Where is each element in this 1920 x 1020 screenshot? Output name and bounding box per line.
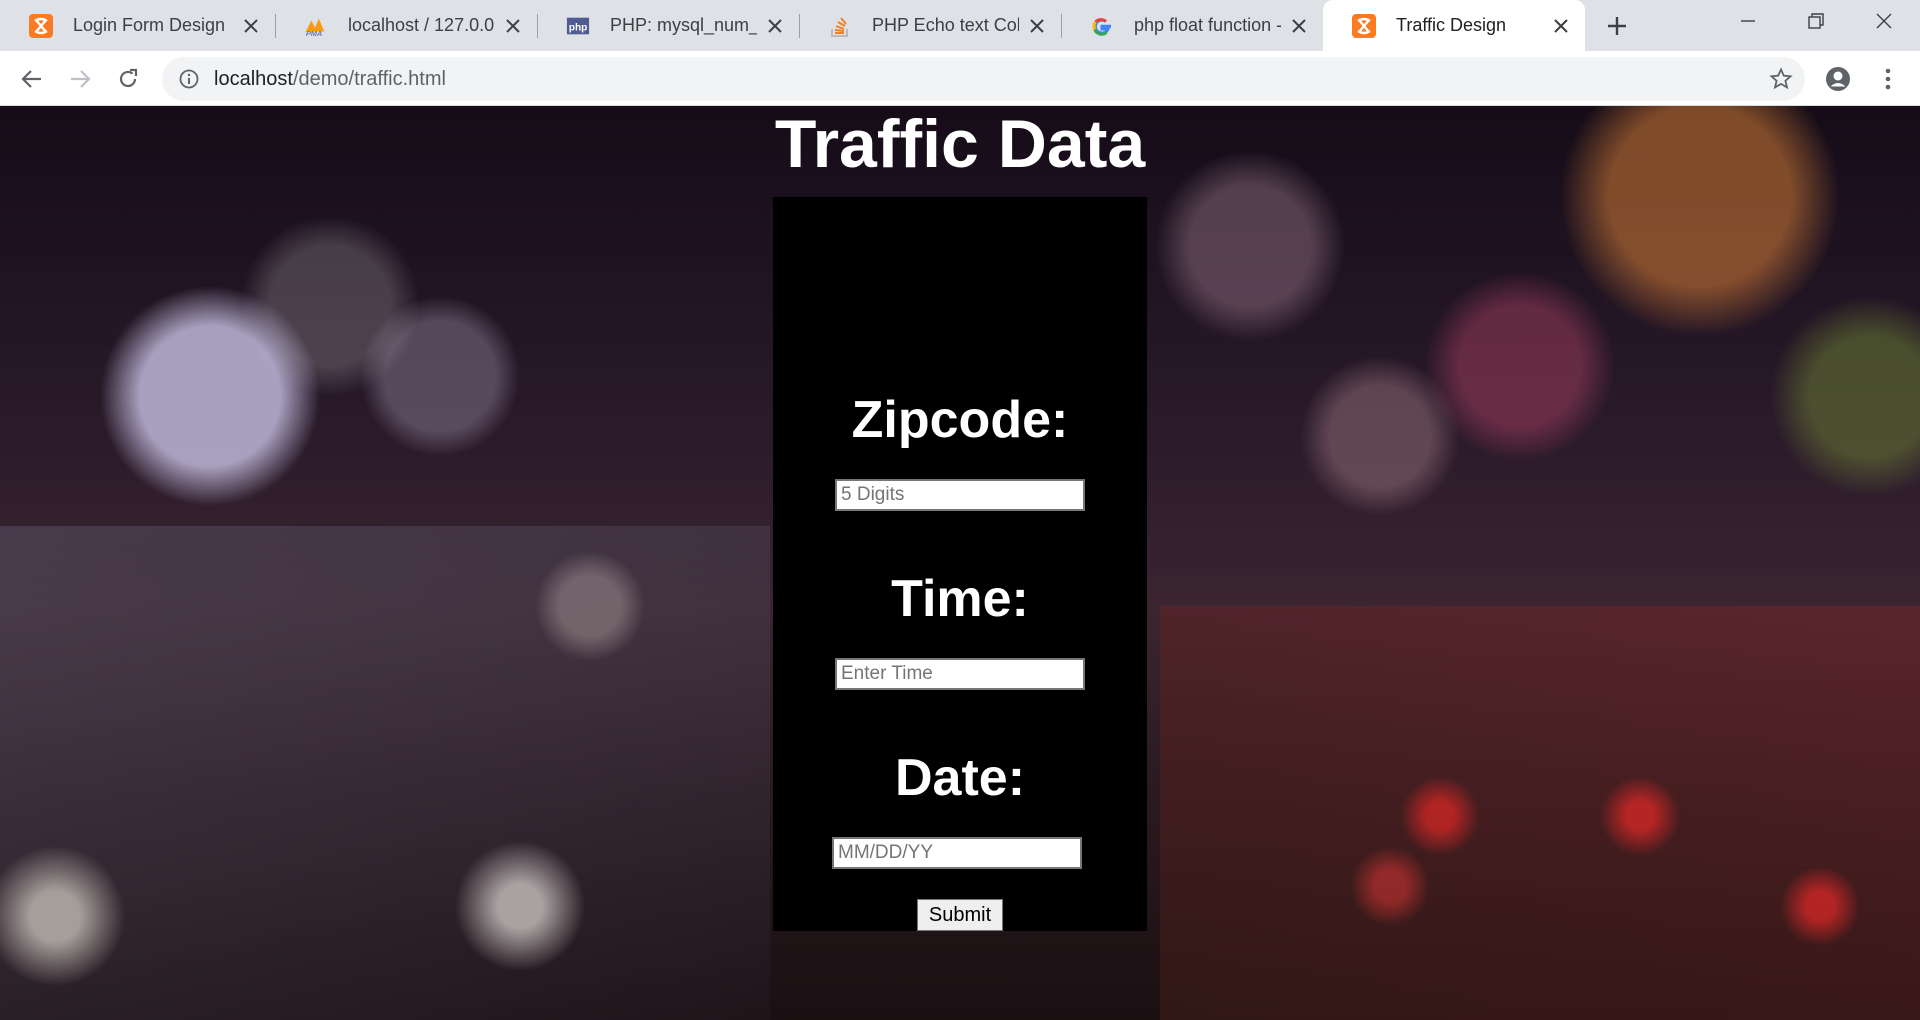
browser-toolbar: localhost/demo/traffic.html — [0, 51, 1920, 106]
background-street-image — [0, 526, 770, 1020]
tab-traffic-design[interactable]: Traffic Design — [1323, 0, 1585, 51]
close-window-button[interactable] — [1850, 0, 1918, 42]
close-icon[interactable] — [1027, 16, 1047, 36]
close-icon[interactable] — [503, 16, 523, 36]
submit-button[interactable]: Submit — [917, 899, 1003, 931]
tab-php-float-function[interactable]: php float function - G — [1061, 0, 1323, 51]
tab-phpmyadmin[interactable]: PMA localhost / 127.0.0.1 / — [275, 0, 537, 51]
close-icon[interactable] — [765, 16, 785, 36]
tab-title: php float function - G — [1134, 15, 1281, 35]
forward-button[interactable] — [64, 63, 96, 95]
tab-title: Login Form Design — [73, 15, 226, 35]
tab-php-mysql-num-rows[interactable]: php PHP: mysql_num_rows — [537, 0, 799, 51]
traffic-form: Zipcode: Time: Date: Submit — [773, 197, 1147, 931]
tab-login-form-design[interactable]: Login Form Design — [0, 0, 275, 51]
tab-php-echo-text-color[interactable]: PHP Echo text Color — [799, 0, 1061, 51]
date-label: Date: — [894, 749, 1026, 807]
date-input[interactable] — [832, 837, 1082, 869]
menu-kebab-icon[interactable] — [1872, 63, 1904, 95]
bookmark-star-icon[interactable] — [1769, 67, 1793, 91]
xampp-icon — [1352, 13, 1376, 38]
close-icon[interactable] — [241, 16, 261, 36]
time-label: Time: — [891, 570, 1029, 628]
back-button[interactable] — [16, 63, 48, 95]
profile-avatar-icon[interactable] — [1822, 63, 1854, 95]
tab-title: localhost / 127.0.0.1 / — [348, 15, 495, 35]
tab-title: PHP: mysql_num_rows — [610, 15, 757, 35]
address-bar[interactable]: localhost/demo/traffic.html — [162, 57, 1805, 101]
tab-title: Traffic Design — [1396, 15, 1507, 35]
new-tab-button[interactable] — [1602, 11, 1632, 41]
svg-text:php: php — [569, 22, 588, 33]
url-host: localhost — [214, 67, 293, 90]
close-icon[interactable] — [1551, 16, 1571, 36]
google-icon — [1090, 14, 1114, 38]
background-street-image-right — [1160, 606, 1920, 1020]
tab-strip: Login Form Design PMA localhost / 127.0.… — [0, 0, 1920, 51]
minimize-button[interactable] — [1714, 0, 1782, 42]
phpmyadmin-icon: PMA — [304, 14, 328, 38]
stackoverflow-icon — [828, 14, 852, 38]
page-title: Traffic Data — [774, 106, 1146, 182]
close-icon[interactable] — [1289, 16, 1309, 36]
info-icon[interactable] — [178, 68, 200, 90]
zipcode-label: Zipcode: — [851, 391, 1069, 449]
time-input[interactable] — [835, 658, 1085, 690]
php-icon: php — [566, 14, 590, 38]
page-viewport: Traffic Data Zipcode: Time: Date: Submit — [0, 106, 1920, 1020]
zipcode-input[interactable] — [835, 479, 1085, 511]
tab-title: PHP Echo text Color — [872, 15, 1019, 35]
restore-button[interactable] — [1782, 0, 1850, 42]
svg-text:PMA: PMA — [306, 29, 322, 38]
url-path: /demo/traffic.html — [292, 67, 446, 90]
reload-button[interactable] — [112, 63, 144, 95]
url-text: localhost/demo/traffic.html — [214, 68, 446, 91]
xampp-icon — [29, 13, 53, 38]
